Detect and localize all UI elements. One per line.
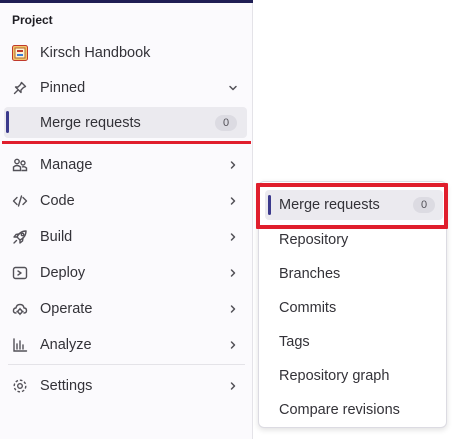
sidebar-item-deploy[interactable]: Deploy [4,256,247,290]
pin-icon [12,80,28,96]
chevron-right-icon [227,339,239,351]
flyout-item-repository-graph[interactable]: Repository graph [265,361,443,391]
deploy-icon [12,265,28,281]
manage-label: Manage [40,157,93,173]
active-indicator [6,111,9,133]
sidebar-item-build[interactable]: Build [4,220,247,254]
pinned-label: Pinned [40,80,86,96]
chevron-right-icon [227,231,239,243]
chevron-right-icon [227,380,239,392]
sidebar-item-manage[interactable]: Manage [4,148,247,182]
chevron-down-icon [227,82,239,94]
pinned-merge-requests-label: Merge requests [40,114,141,131]
flyout-compare-revisions-label: Compare revisions [279,402,400,418]
analyze-label: Analyze [40,337,92,353]
highlight-underline [2,141,251,144]
sidebar-divider [8,364,245,365]
flyout-repository-label: Repository [279,232,349,248]
chevron-right-icon [227,303,239,315]
cloud-gear-icon [12,301,28,317]
code-icon [12,193,28,209]
deploy-label: Deploy [40,265,86,281]
sidebar-pinned-merge-requests[interactable]: Merge requests 0 [4,107,247,138]
users-icon [12,157,28,173]
flyout-repository-graph-label: Repository graph [279,368,390,384]
sidebar-section-title: Project [12,13,53,27]
chevron-right-icon [227,159,239,171]
flyout-commits-label: Commits [279,300,337,316]
merge-requests-count-badge: 0 [215,114,237,131]
sidebar-top-bar [0,0,253,3]
sidebar-item-code[interactable]: Code [4,184,247,218]
sidebar-item-operate[interactable]: Operate [4,292,247,326]
flyout-item-compare-revisions[interactable]: Compare revisions [265,395,443,425]
code-label: Code [40,193,75,209]
settings-label: Settings [40,378,93,394]
project-sidebar: Project Kirsch Handbook Pinned Merge req… [0,0,253,439]
sidebar-item-project[interactable]: Kirsch Handbook [4,36,247,70]
flyout-item-commits[interactable]: Commits [265,293,443,323]
gear-icon [12,378,28,394]
flyout-item-tags[interactable]: Tags [265,327,443,357]
sidebar-item-settings[interactable]: Settings [4,369,247,403]
sidebar-item-analyze[interactable]: Analyze [4,328,247,362]
chart-icon [12,337,28,353]
flyout-item-repository[interactable]: Repository [265,225,443,255]
highlight-box [256,183,448,229]
flyout-branches-label: Branches [279,266,341,282]
chevron-right-icon [227,195,239,207]
project-avatar-icon [12,45,28,61]
chevron-right-icon [227,267,239,279]
project-name: Kirsch Handbook [40,45,151,61]
rocket-icon [12,229,28,245]
flyout-tags-label: Tags [279,334,310,350]
build-label: Build [40,229,73,245]
operate-label: Operate [40,301,93,317]
flyout-item-branches[interactable]: Branches [265,259,443,289]
sidebar-item-pinned[interactable]: Pinned [4,71,247,105]
